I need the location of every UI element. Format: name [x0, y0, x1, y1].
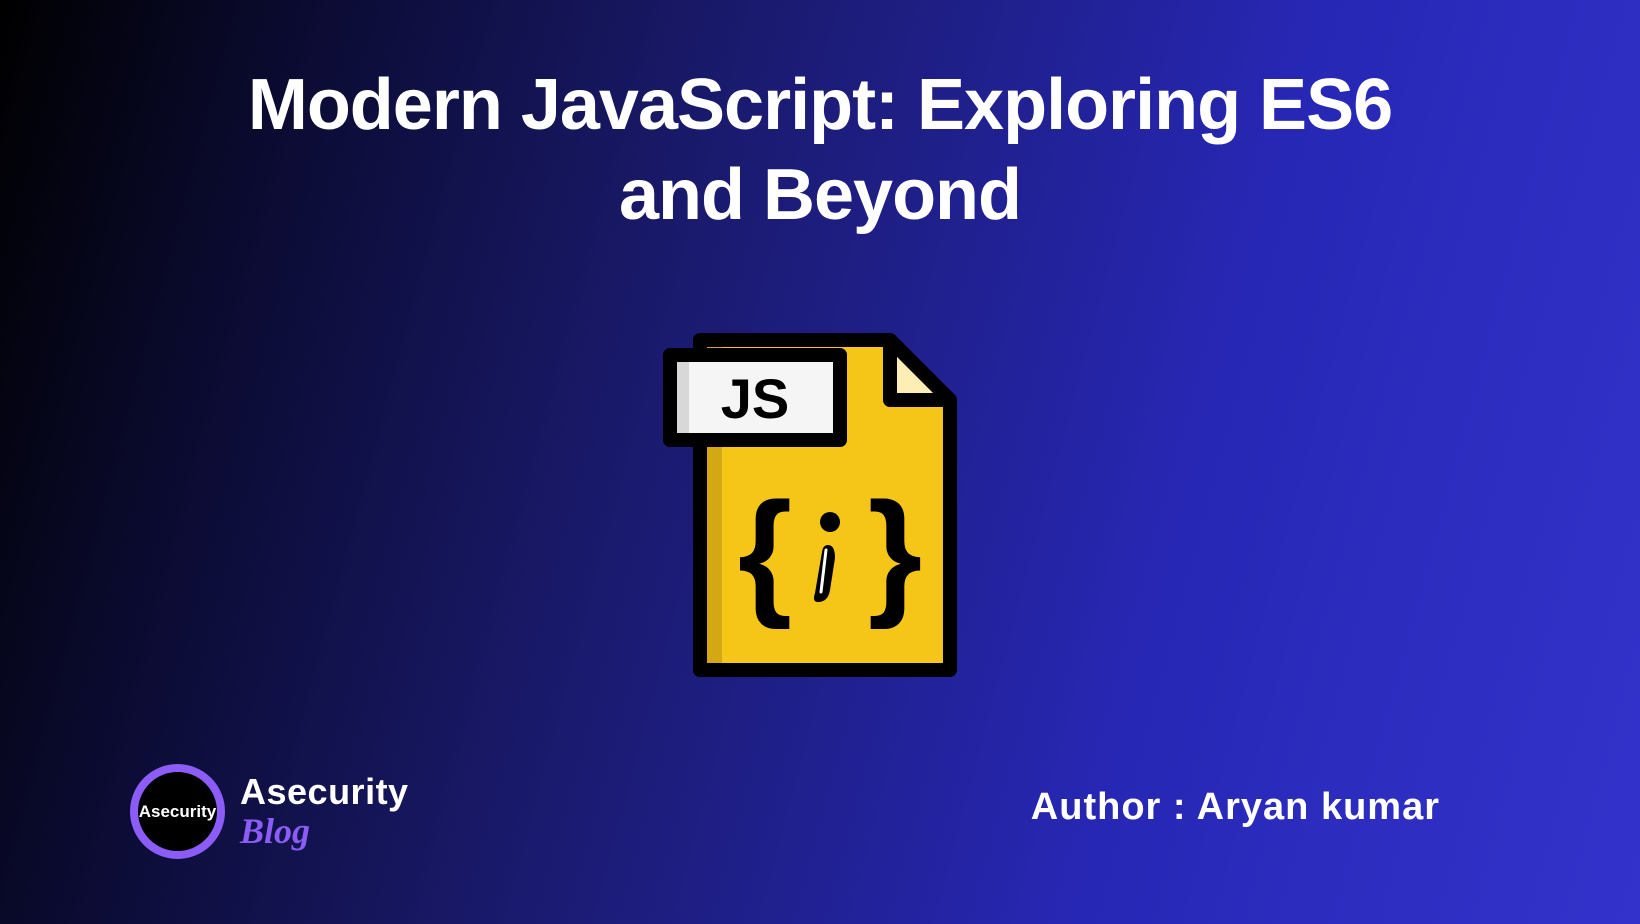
js-icon-container: JS { }: [0, 290, 1640, 690]
logo-brand-name: Asecurity: [240, 774, 409, 810]
svg-text:}: }: [868, 473, 922, 630]
js-file-icon: JS { }: [650, 290, 990, 690]
logo-subtitle: Blog: [240, 813, 409, 849]
author-label: Author : Aryan kumar: [1031, 786, 1440, 829]
logo-circle-text: Asecurity: [139, 802, 216, 822]
page-title: Modern JavaScript: Exploring ES6 and Bey…: [220, 0, 1420, 240]
svg-text:{: {: [738, 473, 792, 630]
logo-text-group: Asecurity Blog: [240, 774, 409, 849]
blog-logo: Asecurity Asecurity Blog: [130, 764, 409, 859]
svg-text:JS: JS: [721, 367, 790, 430]
logo-circle: Asecurity: [130, 764, 225, 859]
